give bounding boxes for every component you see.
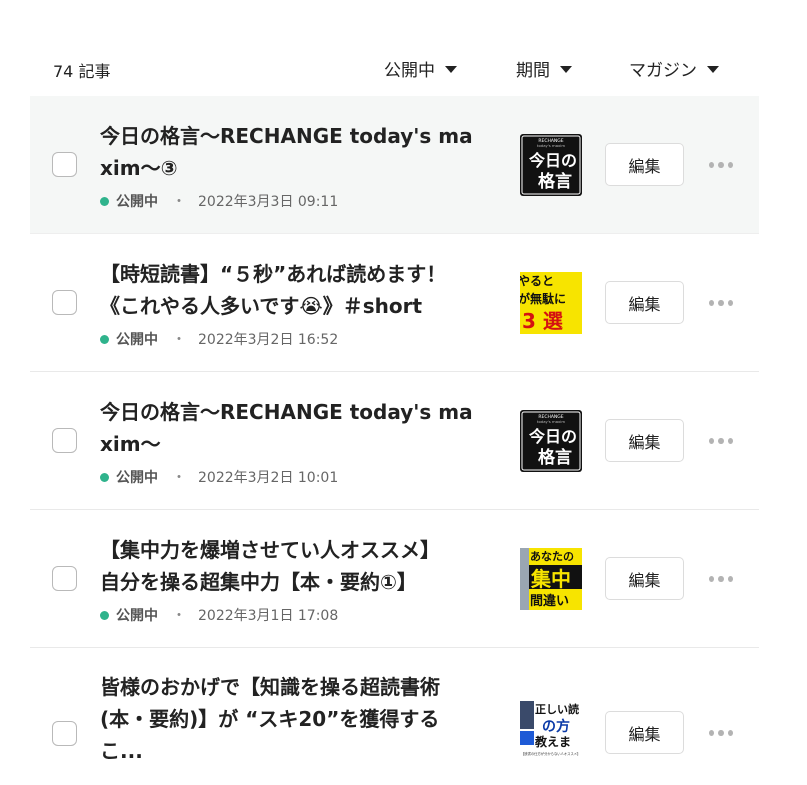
article-list: 今日の格言〜RECHANGE today's ma xim〜③ 公開中 ・ 20…	[30, 96, 759, 785]
article-thumbnail[interactable]: RECHANGE today's maxim 今日の 格言	[520, 134, 582, 196]
article-title[interactable]: 【集中力を爆増させてい人オススメ】 自分を操る超集中力【本・要約①】	[100, 534, 490, 598]
status-dot-icon	[100, 472, 109, 482]
more-options-icon[interactable]	[709, 436, 733, 446]
article-row[interactable]: 【時短読書】“５秒”あれば読めます！ 《これやる人多いです😭》＃short 公開…	[30, 234, 759, 372]
select-checkbox[interactable]	[52, 721, 77, 746]
article-title[interactable]: 【時短読書】“５秒”あれば読めます！ 《これやる人多いです😭》＃short	[100, 258, 490, 322]
svg-text:今日の: 今日の	[528, 151, 577, 170]
svg-text:あなたの: あなたの	[530, 550, 574, 563]
article-row[interactable]: 今日の格言〜RECHANGE today's ma xim〜③ 公開中 ・ 20…	[30, 96, 759, 234]
publish-date: 2022年3月1日 17:08	[198, 608, 339, 624]
svg-text:正しい読: 正しい読	[535, 702, 579, 716]
article-meta: 公開中 ・ 2022年3月3日 09:11	[100, 191, 338, 211]
filter-period-label: 期間	[516, 61, 550, 81]
filter-status-label: 公開中	[384, 61, 435, 81]
svg-text:today's maxim: today's maxim	[537, 419, 565, 424]
article-thumbnail[interactable]: RECHANGE today's maxim 今日の 格言	[520, 410, 582, 472]
status-dot-icon	[100, 196, 109, 206]
status-dot-icon	[100, 334, 109, 344]
article-meta: 公開中 ・ 2022年3月2日 10:01	[100, 467, 338, 487]
article-thumbnail[interactable]: あなたの 集中 間違い	[520, 548, 582, 610]
svg-text:格言: 格言	[538, 171, 572, 192]
publish-date: 2022年3月2日 10:01	[198, 470, 339, 486]
edit-button[interactable]: 編集	[605, 281, 684, 324]
meta-separator: ・	[172, 194, 186, 210]
publish-date: 2022年3月3日 09:11	[198, 194, 339, 210]
status-badge: 公開中	[116, 470, 158, 486]
filter-magazine-label: マガジン	[629, 61, 697, 81]
svg-text:が無駄に: が無駄に	[520, 291, 566, 306]
svg-text:3 選: 3 選	[522, 309, 563, 333]
status-badge: 公開中	[116, 332, 158, 348]
article-meta: 公開中 ・ 2022年3月2日 16:52	[100, 329, 338, 349]
chevron-down-icon	[707, 65, 719, 73]
publish-date: 2022年3月2日 16:52	[198, 332, 339, 348]
status-dot-icon	[100, 610, 109, 620]
filter-period-dropdown[interactable]: 期間	[516, 56, 572, 81]
svg-text:やると: やると	[520, 274, 554, 288]
svg-text:教えま: 教えま	[534, 734, 571, 749]
article-row[interactable]: 皆様のおかげで【知識を操る超読書術 (本・要約)】が “スキ20”を獲得する こ…	[30, 648, 759, 785]
article-row[interactable]: 今日の格言〜RECHANGE today's ma xim〜 公開中 ・ 202…	[30, 372, 759, 510]
select-checkbox[interactable]	[52, 428, 77, 453]
article-count: 74 記事	[53, 62, 111, 81]
article-title[interactable]: 今日の格言〜RECHANGE today's ma xim〜	[100, 396, 490, 460]
filter-magazine-dropdown[interactable]: マガジン	[629, 56, 719, 81]
svg-text:集中: 集中	[530, 567, 571, 591]
svg-text:間違い: 間違い	[530, 593, 569, 609]
meta-separator: ・	[172, 470, 186, 486]
edit-button[interactable]: 編集	[605, 711, 684, 754]
status-badge: 公開中	[116, 194, 158, 210]
more-options-icon[interactable]	[709, 574, 733, 584]
article-row[interactable]: 【集中力を爆増させてい人オススメ】 自分を操る超集中力【本・要約①】 公開中 ・…	[30, 510, 759, 648]
select-checkbox[interactable]	[52, 290, 77, 315]
more-options-icon[interactable]	[709, 160, 733, 170]
filter-status-dropdown[interactable]: 公開中	[384, 56, 457, 81]
meta-separator: ・	[172, 332, 186, 348]
edit-button[interactable]: 編集	[605, 419, 684, 462]
edit-button[interactable]: 編集	[605, 557, 684, 600]
more-options-icon[interactable]	[709, 728, 733, 738]
chevron-down-icon	[445, 65, 457, 73]
article-thumbnail[interactable]: やると が無駄に 3 選	[520, 272, 582, 334]
svg-text:格言: 格言	[538, 447, 572, 468]
svg-text:の方: の方	[542, 718, 570, 735]
article-title[interactable]: 皆様のおかげで【知識を操る超読書術 (本・要約)】が “スキ20”を獲得する こ…	[100, 671, 490, 767]
article-meta: 公開中 ・ 2022年3月1日 17:08	[100, 605, 338, 625]
status-badge: 公開中	[116, 608, 158, 624]
svg-text:【読書の仕方が分からない人オススメ】: 【読書の仕方が分からない人オススメ】	[521, 751, 580, 756]
more-options-icon[interactable]	[709, 298, 733, 308]
select-checkbox[interactable]	[52, 152, 77, 177]
select-checkbox[interactable]	[52, 566, 77, 591]
article-title[interactable]: 今日の格言〜RECHANGE today's ma xim〜③	[100, 120, 490, 184]
list-header: 74 記事 公開中 期間 マガジン	[0, 0, 807, 96]
meta-separator: ・	[172, 608, 186, 624]
chevron-down-icon	[560, 65, 572, 73]
svg-text:today's maxim: today's maxim	[537, 143, 565, 148]
svg-text:今日の: 今日の	[528, 427, 577, 446]
edit-button[interactable]: 編集	[605, 143, 684, 186]
article-thumbnail[interactable]: 正しい読 の方 教えま 【読書の仕方が分からない人オススメ】	[520, 701, 582, 763]
